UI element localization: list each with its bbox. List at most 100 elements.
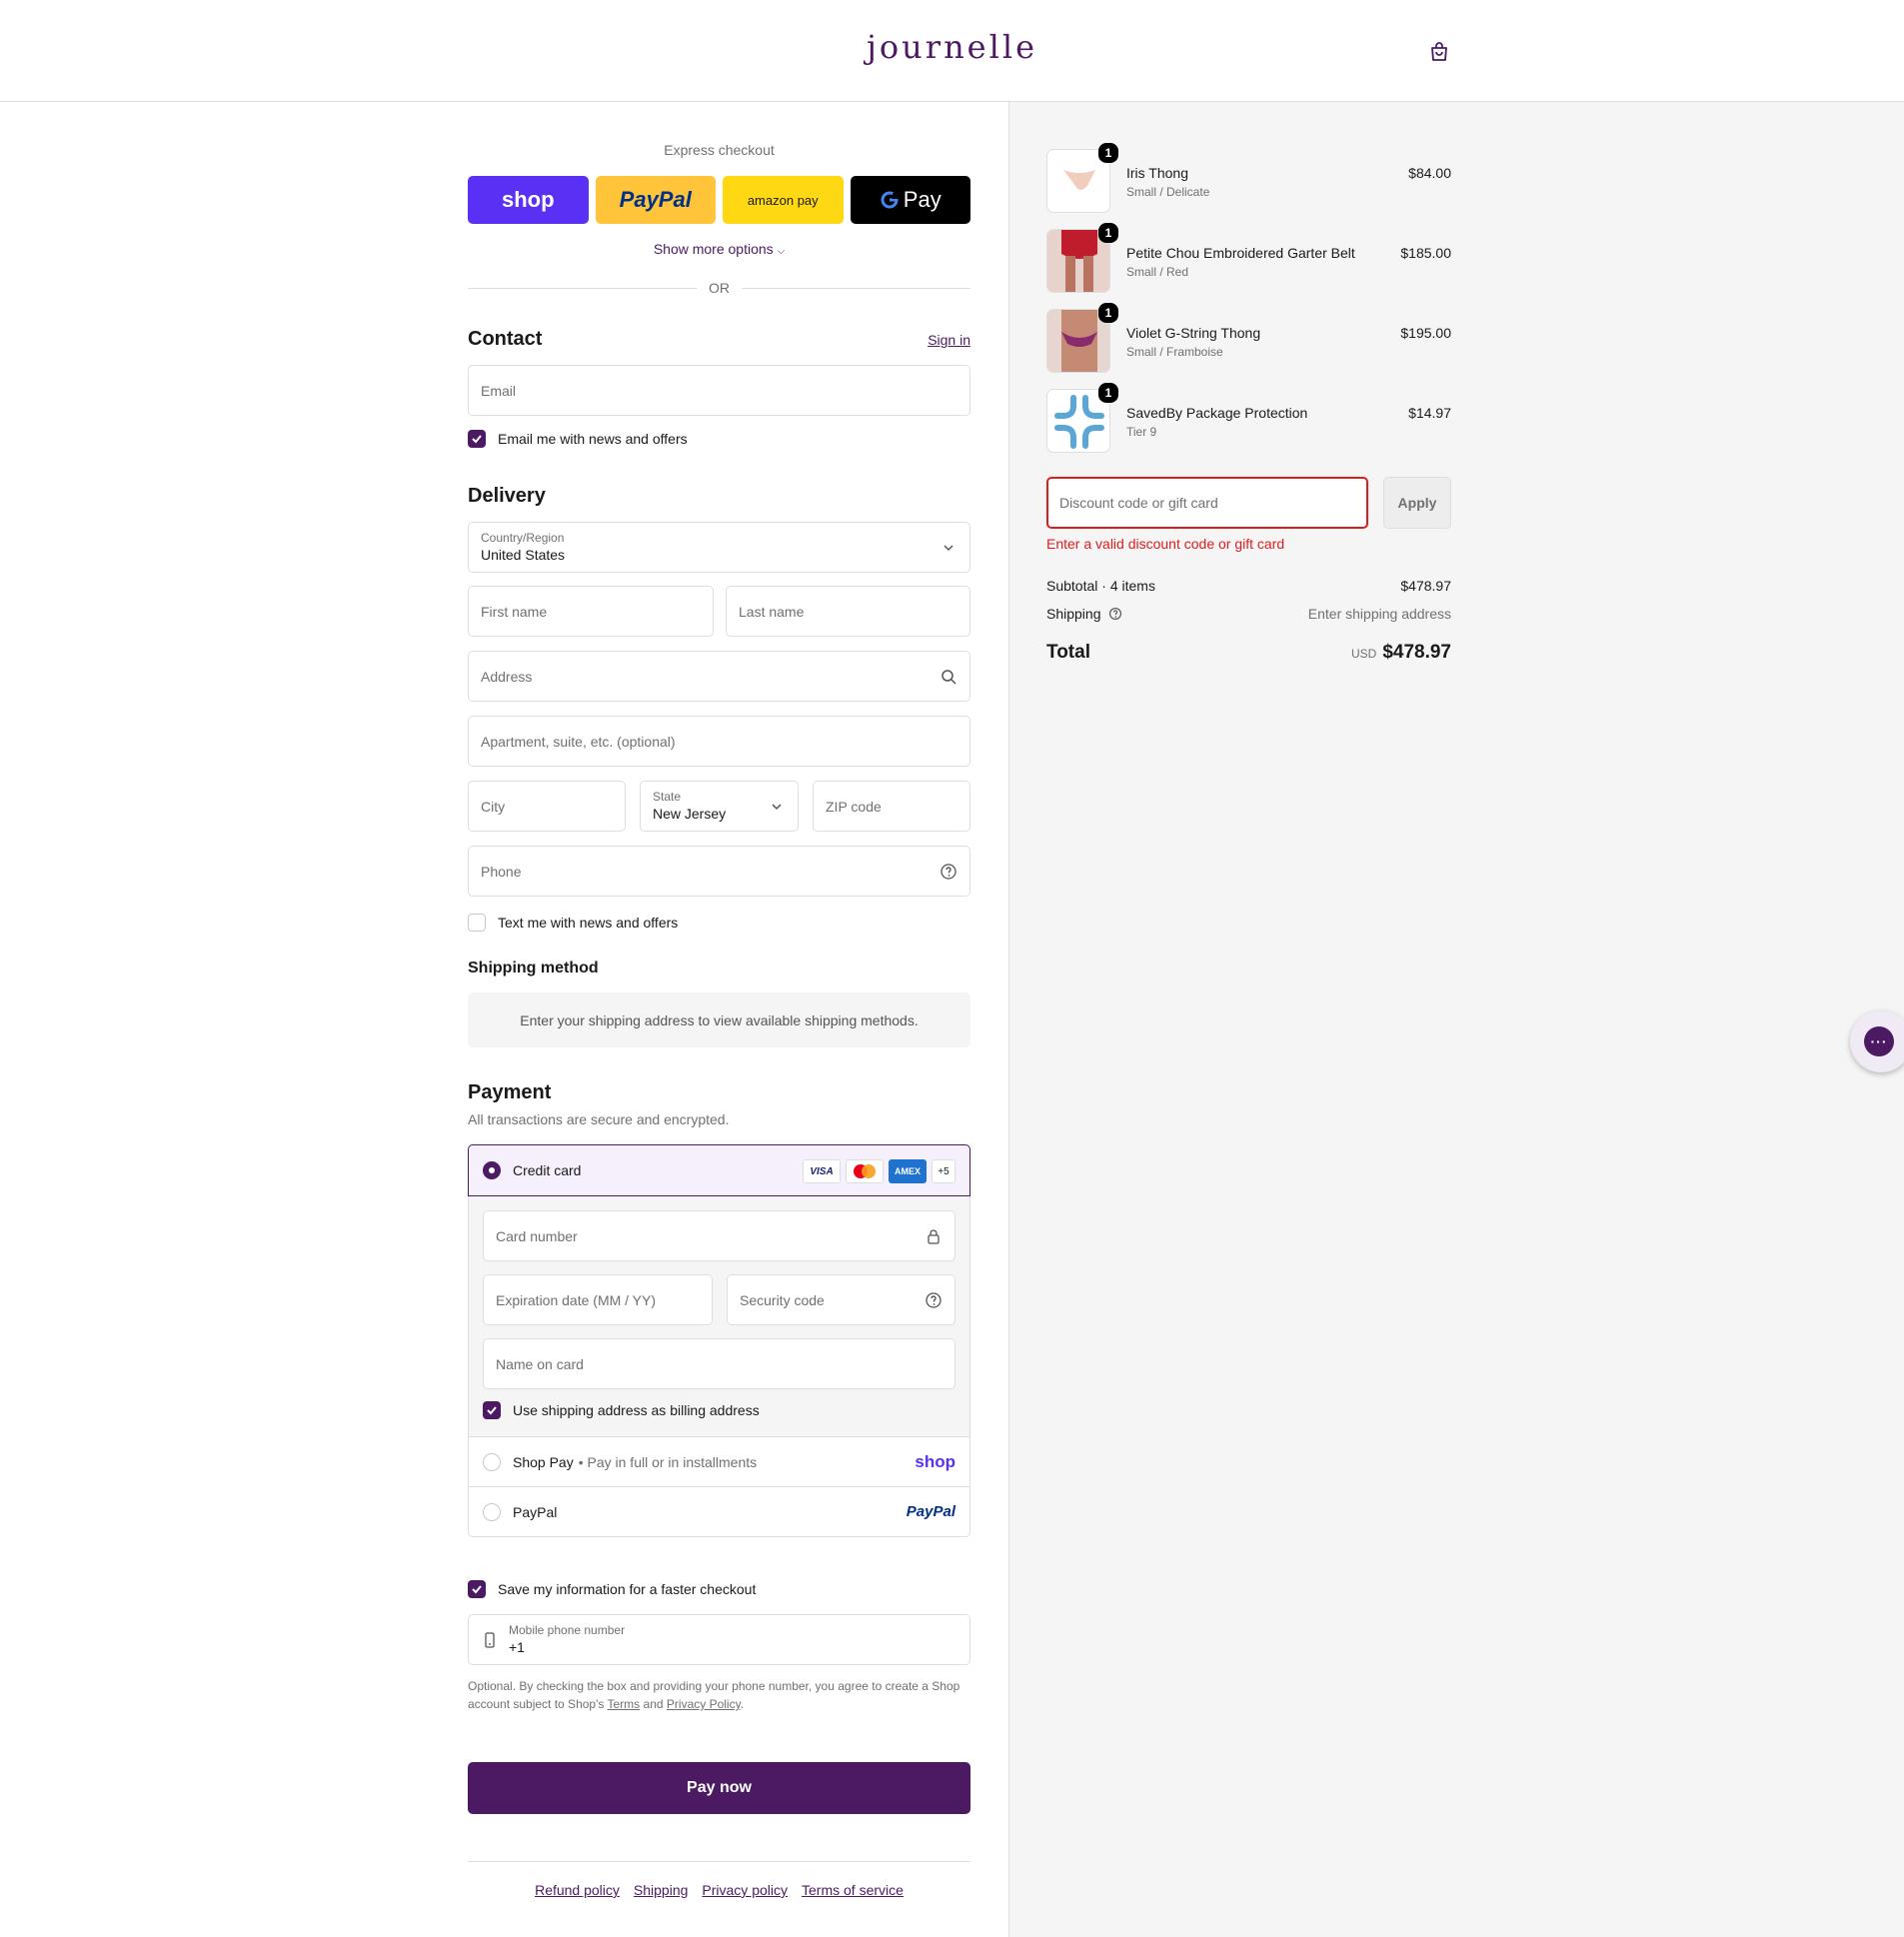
billing-address-checkbox[interactable] <box>483 1401 501 1419</box>
apartment-field[interactable] <box>468 716 970 767</box>
save-info-checkbox[interactable] <box>468 1580 486 1598</box>
name-on-card-field[interactable] <box>483 1338 955 1389</box>
item-variant: Small / Framboise <box>1126 345 1223 359</box>
amazon-pay-logo: amazon pay <box>747 192 819 208</box>
card-number-input[interactable] <box>484 1211 954 1260</box>
phone-input[interactable] <box>469 847 969 896</box>
credit-card-label: Credit card <box>513 1162 582 1178</box>
refund-policy-link[interactable]: Refund policy <box>535 1882 620 1898</box>
billing-address-label: Use shipping address as billing address <box>513 1402 760 1418</box>
email-news-label: Email me with news and offers <box>498 431 688 447</box>
chevron-down-icon: ⌵ <box>777 246 786 257</box>
city-field[interactable] <box>468 781 626 832</box>
show-more-options-link[interactable]: Show more options ⌵ <box>468 241 970 257</box>
paypal-radio[interactable] <box>483 1502 501 1521</box>
paypal-express-button[interactable]: PayPal <box>595 176 716 224</box>
discount-code-input[interactable] <box>1048 479 1366 527</box>
text-news-checkbox-row[interactable]: Text me with news and offers <box>468 914 678 932</box>
privacy-policy-link[interactable]: Privacy policy <box>702 1882 788 1898</box>
credit-card-option[interactable]: Credit card VISA AMEX +5 <box>468 1144 970 1196</box>
text-news-checkbox[interactable] <box>468 914 486 932</box>
zip-input[interactable] <box>814 782 969 831</box>
country-value: United States <box>481 547 566 563</box>
last-name-input[interactable] <box>727 587 969 636</box>
shipping-policy-link[interactable]: Shipping <box>634 1882 689 1898</box>
email-news-checkbox-row[interactable]: Email me with news and offers <box>468 430 688 448</box>
chat-widget-button[interactable]: ··· <box>1850 1010 1904 1072</box>
last-name-field[interactable] <box>726 586 970 637</box>
checkmark-icon <box>472 1585 482 1594</box>
expiry-input[interactable] <box>484 1275 712 1324</box>
quantity-badge: 1 <box>1098 303 1118 323</box>
shipping-label: Shipping <box>1046 606 1101 622</box>
contact-title: Contact <box>468 328 543 350</box>
card-number-field[interactable] <box>483 1210 955 1261</box>
lock-icon <box>928 1229 940 1244</box>
address-input[interactable] <box>469 652 969 701</box>
city-input[interactable] <box>469 782 625 831</box>
mobile-phone-field[interactable]: Mobile phone number +1 <box>468 1614 970 1665</box>
paypal-option[interactable]: PayPal PayPal <box>469 1486 969 1536</box>
cart-button[interactable] <box>1423 36 1455 68</box>
delivery-title: Delivery <box>468 485 546 507</box>
text-news-label: Text me with news and offers <box>498 915 679 931</box>
amazon-pay-express-button[interactable]: amazon pay <box>723 176 844 224</box>
shop-pay-express-button[interactable]: shop <box>468 176 589 224</box>
item-price: $195.00 <box>1400 325 1451 341</box>
discount-code-field[interactable] <box>1046 477 1368 529</box>
shop-pay-option[interactable]: Shop Pay • Pay in full or in installment… <box>469 1436 969 1486</box>
address-field[interactable] <box>468 651 970 702</box>
shop-pay-logo: shop <box>915 1451 955 1471</box>
help-circle-icon[interactable] <box>1108 607 1122 621</box>
total-value: $478.97 <box>1382 642 1451 663</box>
chevron-down-icon <box>944 545 953 552</box>
security-code-input[interactable] <box>728 1275 954 1324</box>
email-news-checkbox[interactable] <box>468 430 486 448</box>
card-brand-logos: VISA AMEX +5 <box>803 1159 955 1183</box>
shop-logo: shop <box>501 187 555 212</box>
shop-privacy-link[interactable]: Privacy Policy <box>667 1697 741 1711</box>
pay-now-button[interactable]: Pay now <box>468 1762 970 1814</box>
shop-pay-radio[interactable] <box>483 1452 501 1471</box>
google-pay-express-button[interactable]: Pay <box>850 176 970 224</box>
payment-title: Payment <box>468 1081 552 1103</box>
total-row: Total USD $478.97 <box>1046 642 1451 672</box>
apartment-input[interactable] <box>469 717 969 766</box>
shop-pay-description: • Pay in full or in installments <box>578 1453 758 1470</box>
zip-field[interactable] <box>813 781 970 832</box>
help-circle-icon[interactable] <box>940 863 957 881</box>
country-label: Country/Region <box>481 531 565 545</box>
header: journelle <box>0 0 1904 102</box>
checkmark-icon <box>487 1406 497 1415</box>
security-code-field[interactable] <box>727 1274 955 1325</box>
phone-field[interactable] <box>468 846 970 897</box>
save-info-checkbox-row[interactable]: Save my information for a faster checkou… <box>468 1580 756 1598</box>
apply-discount-button[interactable]: Apply <box>1383 477 1451 529</box>
first-name-field[interactable] <box>468 586 714 637</box>
shop-terms-link[interactable]: Terms <box>608 1697 641 1711</box>
disclaimer-period: . <box>740 1697 745 1711</box>
item-name: Violet G-String Thong <box>1126 325 1261 341</box>
first-name-input[interactable] <box>469 587 713 636</box>
quantity-badge: 1 <box>1098 383 1118 403</box>
email-input[interactable] <box>469 366 969 415</box>
quantity-badge: 1 <box>1098 143 1118 163</box>
credit-card-radio[interactable] <box>483 1161 501 1179</box>
payment-subtitle: All transactions are secure and encrypte… <box>468 1111 730 1127</box>
chat-bubble-icon: ··· <box>1864 1026 1894 1056</box>
email-field[interactable] <box>468 365 970 416</box>
state-select[interactable]: State New Jersey <box>640 781 799 832</box>
item-variant: Small / Delicate <box>1126 185 1210 199</box>
terms-of-service-link[interactable]: Terms of service <box>802 1882 904 1898</box>
sign-in-link[interactable]: Sign in <box>928 332 970 348</box>
store-logo[interactable]: journelle <box>0 28 1904 66</box>
expiry-field[interactable] <box>483 1274 713 1325</box>
country-select[interactable]: Country/Region United States <box>468 522 970 573</box>
divider-line <box>742 287 970 289</box>
gpay-label: Pay <box>903 187 942 212</box>
help-circle-icon[interactable] <box>925 1291 943 1309</box>
billing-address-checkbox-row[interactable]: Use shipping address as billing address <box>483 1401 760 1419</box>
item-name: Iris Thong <box>1126 165 1188 181</box>
shipping-method-message: Enter your shipping address to view avai… <box>468 992 970 1047</box>
name-on-card-input[interactable] <box>484 1339 954 1388</box>
